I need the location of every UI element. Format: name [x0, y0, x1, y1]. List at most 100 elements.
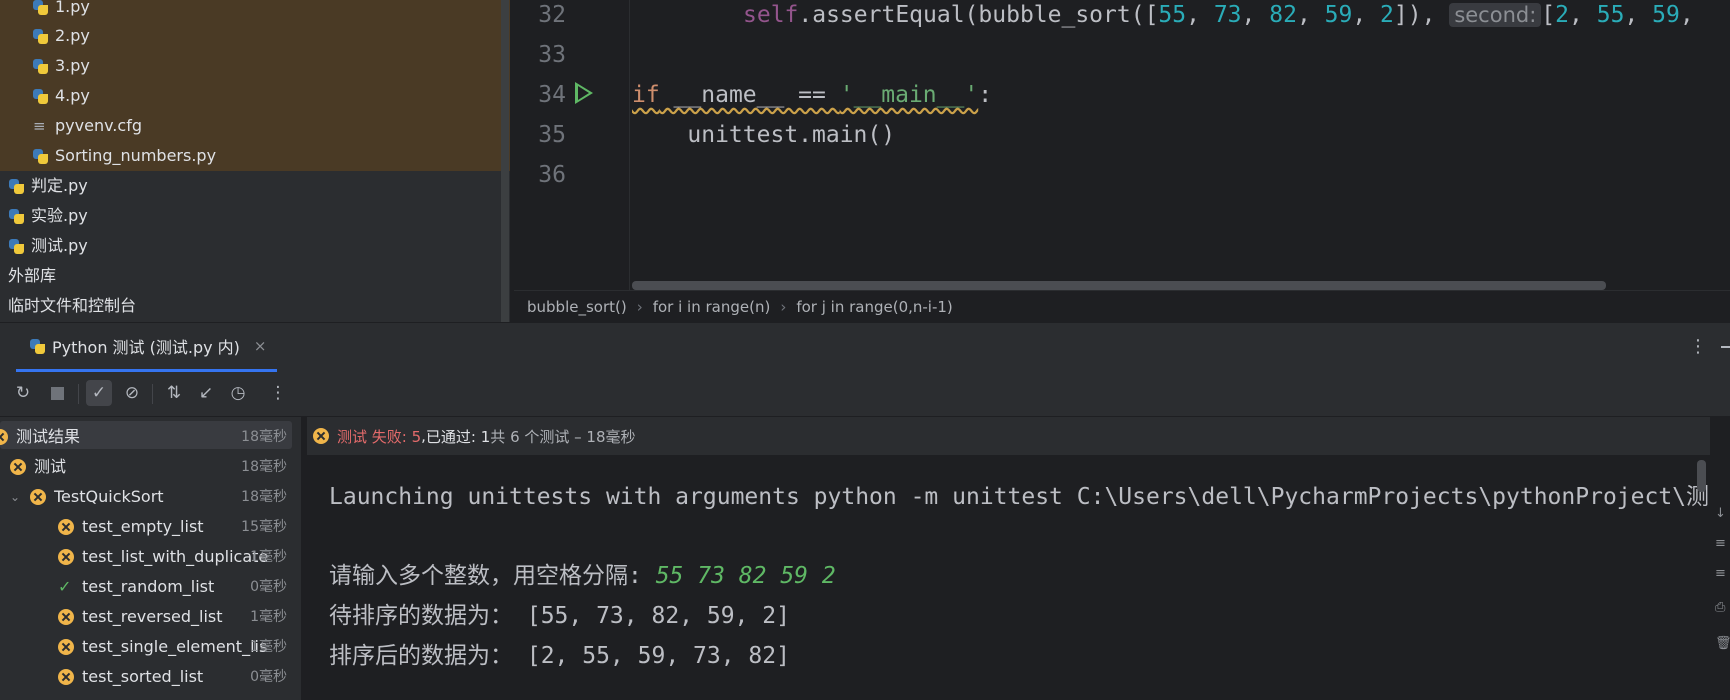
- colon-token: :: [978, 82, 993, 108]
- scratches-item[interactable]: 临时文件和控制台: [0, 292, 136, 320]
- python-file-icon: [33, 28, 48, 44]
- failed-status-icon: [58, 669, 74, 685]
- number-token: 73: [1213, 2, 1242, 28]
- editor-horizontal-scrollbar[interactable]: [632, 281, 1606, 290]
- test-module-label: 测试: [34, 457, 67, 476]
- parameter-hint: second:: [1449, 3, 1542, 27]
- stop-icon[interactable]: [44, 380, 70, 406]
- file-item[interactable]: 3.py: [33, 52, 90, 80]
- test-root-row[interactable]: 测试结果: [0, 423, 80, 451]
- test-case-row[interactable]: ✓ test_random_list: [58, 573, 214, 601]
- history-icon[interactable]: ◷: [225, 380, 251, 406]
- file-name: 判定.py: [31, 176, 88, 195]
- file-name: Sorting_numbers.py: [55, 146, 217, 165]
- python-file-icon: [33, 148, 48, 164]
- file-item[interactable]: 判定.py: [9, 172, 88, 200]
- test-suite-label: TestQuickSort: [54, 487, 164, 506]
- total-tests: 共 6 个测试 – 18毫秒: [490, 427, 636, 446]
- breadcrumb-separator-icon: ›: [636, 298, 643, 316]
- breadcrumb-item[interactable]: for i in range(n): [653, 298, 771, 316]
- file-item[interactable]: 1.py: [33, 0, 90, 21]
- test-case-label: test_reversed_list: [82, 607, 223, 626]
- test-case-label: test_sorted_list: [82, 667, 204, 686]
- file-name: pyvenv.cfg: [55, 116, 142, 135]
- test-suite-row[interactable]: ⌄ TestQuickSort: [10, 483, 164, 511]
- failed-status-icon: [10, 459, 26, 475]
- breadcrumb-separator-icon: ›: [780, 298, 787, 316]
- bracket-token: [: [1541, 2, 1556, 28]
- console-scrollbar[interactable]: [1697, 460, 1706, 492]
- more-icon[interactable]: ⋮: [265, 380, 291, 406]
- failed-status-icon: [0, 429, 8, 445]
- number-token: 2: [1555, 2, 1570, 28]
- file-item[interactable]: ≡ pyvenv.cfg: [33, 112, 142, 140]
- line-number: 36: [538, 162, 566, 188]
- failed-status-icon: [58, 519, 74, 535]
- more-options-icon[interactable]: ⋮: [1689, 336, 1707, 357]
- print-icon[interactable]: ⎙: [1715, 600, 1725, 615]
- line-number: 32: [538, 2, 566, 28]
- text-file-icon: ≡: [33, 117, 46, 135]
- python-file-icon: [33, 58, 48, 74]
- call-token: .assertEqual(bubble_sort([: [798, 2, 1159, 28]
- test-status-bar: 测试 失败: 5 , 已通过: 1 共 6 个测试 – 18毫秒: [307, 417, 1730, 455]
- test-root-label: 测试结果: [16, 427, 81, 446]
- tree-label: 外部库: [8, 266, 57, 285]
- run-gutter-icon[interactable]: [575, 82, 593, 104]
- test-module-row[interactable]: 测试: [10, 453, 66, 481]
- failed-status-icon: [30, 489, 46, 505]
- line-number: 33: [538, 42, 566, 68]
- project-tool-window: 1.py 2.py 3.py 4.py ≡ pyvenv.cfg Sorting…: [0, 0, 510, 322]
- test-case-row[interactable]: test_empty_list: [58, 513, 204, 541]
- tab-python-tests[interactable]: Python 测试 (测试.py 内) ×: [18, 322, 267, 370]
- failed-status-icon: [58, 609, 74, 625]
- trash-icon[interactable]: 🗑: [1715, 636, 1730, 651]
- code-line-32: self.assertEqual(bubble_sort([55, 73, 82…: [743, 2, 1694, 28]
- test-case-label: test_random_list: [82, 577, 215, 596]
- toolbar-separator: [152, 384, 153, 404]
- scroll-down-icon[interactable]: ↓: [1715, 506, 1726, 521]
- breadcrumb-item[interactable]: bubble_sort(): [527, 298, 627, 316]
- chevron-down-icon[interactable]: ⌄: [10, 483, 30, 511]
- collapse-icon[interactable]: ↙: [193, 380, 219, 406]
- test-case-row[interactable]: test_reversed_list: [58, 603, 223, 631]
- console-line: Launching unittests with arguments pytho…: [329, 484, 1710, 510]
- number-token: 59: [1652, 2, 1680, 28]
- console-side-toolbar: [1710, 417, 1730, 700]
- test-duration: 1毫秒: [250, 609, 287, 625]
- sort-icon[interactable]: ⇅: [161, 380, 187, 406]
- file-name: 实验.py: [31, 206, 88, 225]
- external-libraries-item[interactable]: 外部库: [0, 262, 56, 290]
- prompt-text: 请输入多个整数，用空格分隔:: [329, 563, 656, 589]
- show-ignored-icon[interactable]: ⊘: [119, 380, 145, 406]
- string-token: '__main__': [839, 82, 979, 108]
- python-file-icon: [9, 178, 24, 194]
- scroll-to-end-icon[interactable]: ≡: [1715, 566, 1726, 581]
- file-item[interactable]: Sorting_numbers.py: [33, 142, 216, 170]
- file-item[interactable]: 4.py: [33, 82, 90, 110]
- file-item[interactable]: 实验.py: [9, 202, 88, 230]
- show-passed-icon[interactable]: ✓: [86, 380, 112, 406]
- line-number: 35: [538, 122, 566, 148]
- close-icon[interactable]: ×: [254, 337, 267, 355]
- project-scrollbar[interactable]: [501, 0, 509, 322]
- test-case-row[interactable]: test_sorted_list: [58, 663, 203, 691]
- keyword-token: if: [632, 82, 660, 108]
- user-input-text: 55 73 82 59 2: [655, 563, 836, 589]
- gutter-divider: [629, 0, 630, 290]
- toolbar-separator: [78, 384, 79, 404]
- failed-status-icon: [313, 428, 329, 444]
- rerun-failed-icon[interactable]: ↻: [10, 380, 36, 406]
- breadcrumb-item[interactable]: for j in range(0,n-i-1): [796, 298, 952, 316]
- test-duration: 18毫秒: [241, 489, 287, 505]
- soft-wrap-icon[interactable]: ≡: [1715, 536, 1726, 551]
- minimize-icon[interactable]: [1721, 346, 1730, 348]
- failed-count: 测试 失败: 5: [337, 427, 422, 446]
- console-line: 请输入多个整数，用空格分隔: 55 73 82 59 2: [329, 556, 836, 590]
- test-duration: 0毫秒: [250, 669, 287, 685]
- file-item[interactable]: 测试.py: [9, 232, 88, 260]
- test-duration: 18毫秒: [241, 429, 287, 445]
- file-item[interactable]: 2.py: [33, 22, 90, 50]
- test-duration: 18毫秒: [241, 459, 287, 475]
- passed-count: 已通过: 1: [425, 427, 491, 446]
